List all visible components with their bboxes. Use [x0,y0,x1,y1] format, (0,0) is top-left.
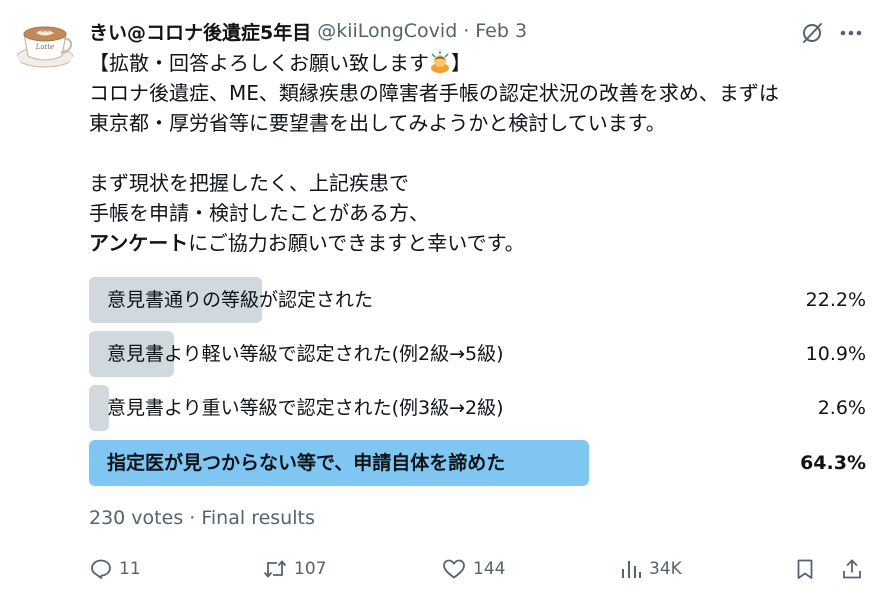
display-name[interactable]: きい@コロナ後遺症5年目 [89,18,311,45]
poll-status: Final results [201,507,315,529]
views-count: 34K [649,559,682,579]
poll-option-percent: 22.2% [805,289,866,311]
tweet-text-blank-line [89,138,869,168]
tweet-actions: 11 107 144 34K [0,550,878,588]
repost-count: 107 [294,559,327,579]
more-button[interactable] [834,16,868,50]
heart-icon [443,559,465,579]
tweet-text-line: 東京都・厚労省等に要望書を出してみようかと検討しています。 [89,111,666,135]
poll-option-label: 意見書より軽い等級で認定された(例2級→5級) [107,343,504,365]
tweet-text-line: アンケートにご協力お願いできますと幸いです。 [89,228,869,258]
poll-option-winner: 指定医が見つからない等で、申請自体を諦めた 64.3% [89,440,866,486]
poll-summary: 230 votes · Final results [89,507,315,529]
tweet-text-line: まず現状を把握したく、上記疾患で [89,171,409,195]
tweet-text-rest: にご協力お願いできますと幸いです。 [188,231,525,255]
poll-option: 意見書より軽い等級で認定された(例2級→5級) 10.9% [89,331,866,377]
tweet-text: 【拡散・回答よろしくお願い致します 】 コロナ後遺症、ME、類縁疾患の障害者手帳… [89,48,869,258]
grok-button[interactable] [795,16,829,50]
tweet-text-line: 【拡散・回答よろしくお願い致します 】 [89,48,869,78]
like-count: 144 [473,559,506,579]
poll-separator: · [189,507,196,529]
poll-option-label: 意見書より重い等級で認定された(例3級→2級) [107,397,504,419]
poll-option-label: 指定医が見つからない等で、申請自体を諦めた [107,452,506,474]
views-button[interactable]: 34K [619,550,682,588]
tweet-text-bold: アンケート [89,231,189,255]
user-handle[interactable]: @kiiLongCovid [317,20,457,42]
avatar[interactable]: Latte [14,12,76,74]
person-bowing-emoji [429,51,451,73]
bookmark-button[interactable] [793,550,817,588]
tweet-text-heading-end: 】 [451,51,471,75]
poll-option-percent: 2.6% [817,397,866,419]
poll-vote-count: 230 votes [89,507,184,529]
poll-option-label: 意見書通りの等級が認定された [107,289,374,311]
latte-avatar-image: Latte [14,12,76,74]
poll-option-percent: 64.3% [800,452,866,474]
repost-button[interactable]: 107 [262,550,326,588]
more-icon [840,30,862,36]
like-button[interactable]: 144 [441,550,505,588]
bookmark-icon [797,559,813,579]
tweet-date[interactable]: Feb 3 [475,20,527,42]
tweet-text-line: 手帳を申請・検討したことがある方、 [89,201,429,225]
poll-option: 意見書通りの等級が認定された 22.2% [89,277,866,323]
views-icon [622,561,641,578]
grok-icon [803,23,822,43]
poll-option-bar [89,385,109,431]
reply-icon [91,559,111,579]
avatar-logo-text: Latte [35,43,55,51]
poll-option-percent: 10.9% [805,343,866,365]
separator-dot: · [463,20,470,42]
reply-count: 11 [119,559,141,579]
share-button[interactable] [840,550,864,588]
tweet-text-heading: 【拡散・回答よろしくお願い致します [89,51,429,75]
tweet-header: きい@コロナ後遺症5年目 @kiiLongCovid · Feb 3 [89,15,527,47]
poll-option: 意見書より重い等級で認定された(例3級→2級) 2.6% [89,385,866,431]
reply-button[interactable]: 11 [89,550,141,588]
share-icon [843,559,861,579]
tweet-text-line: コロナ後遺症、ME、類縁疾患の障害者手帳の認定状況の改善を求め、まずは [89,81,779,105]
repost-icon [263,560,287,578]
